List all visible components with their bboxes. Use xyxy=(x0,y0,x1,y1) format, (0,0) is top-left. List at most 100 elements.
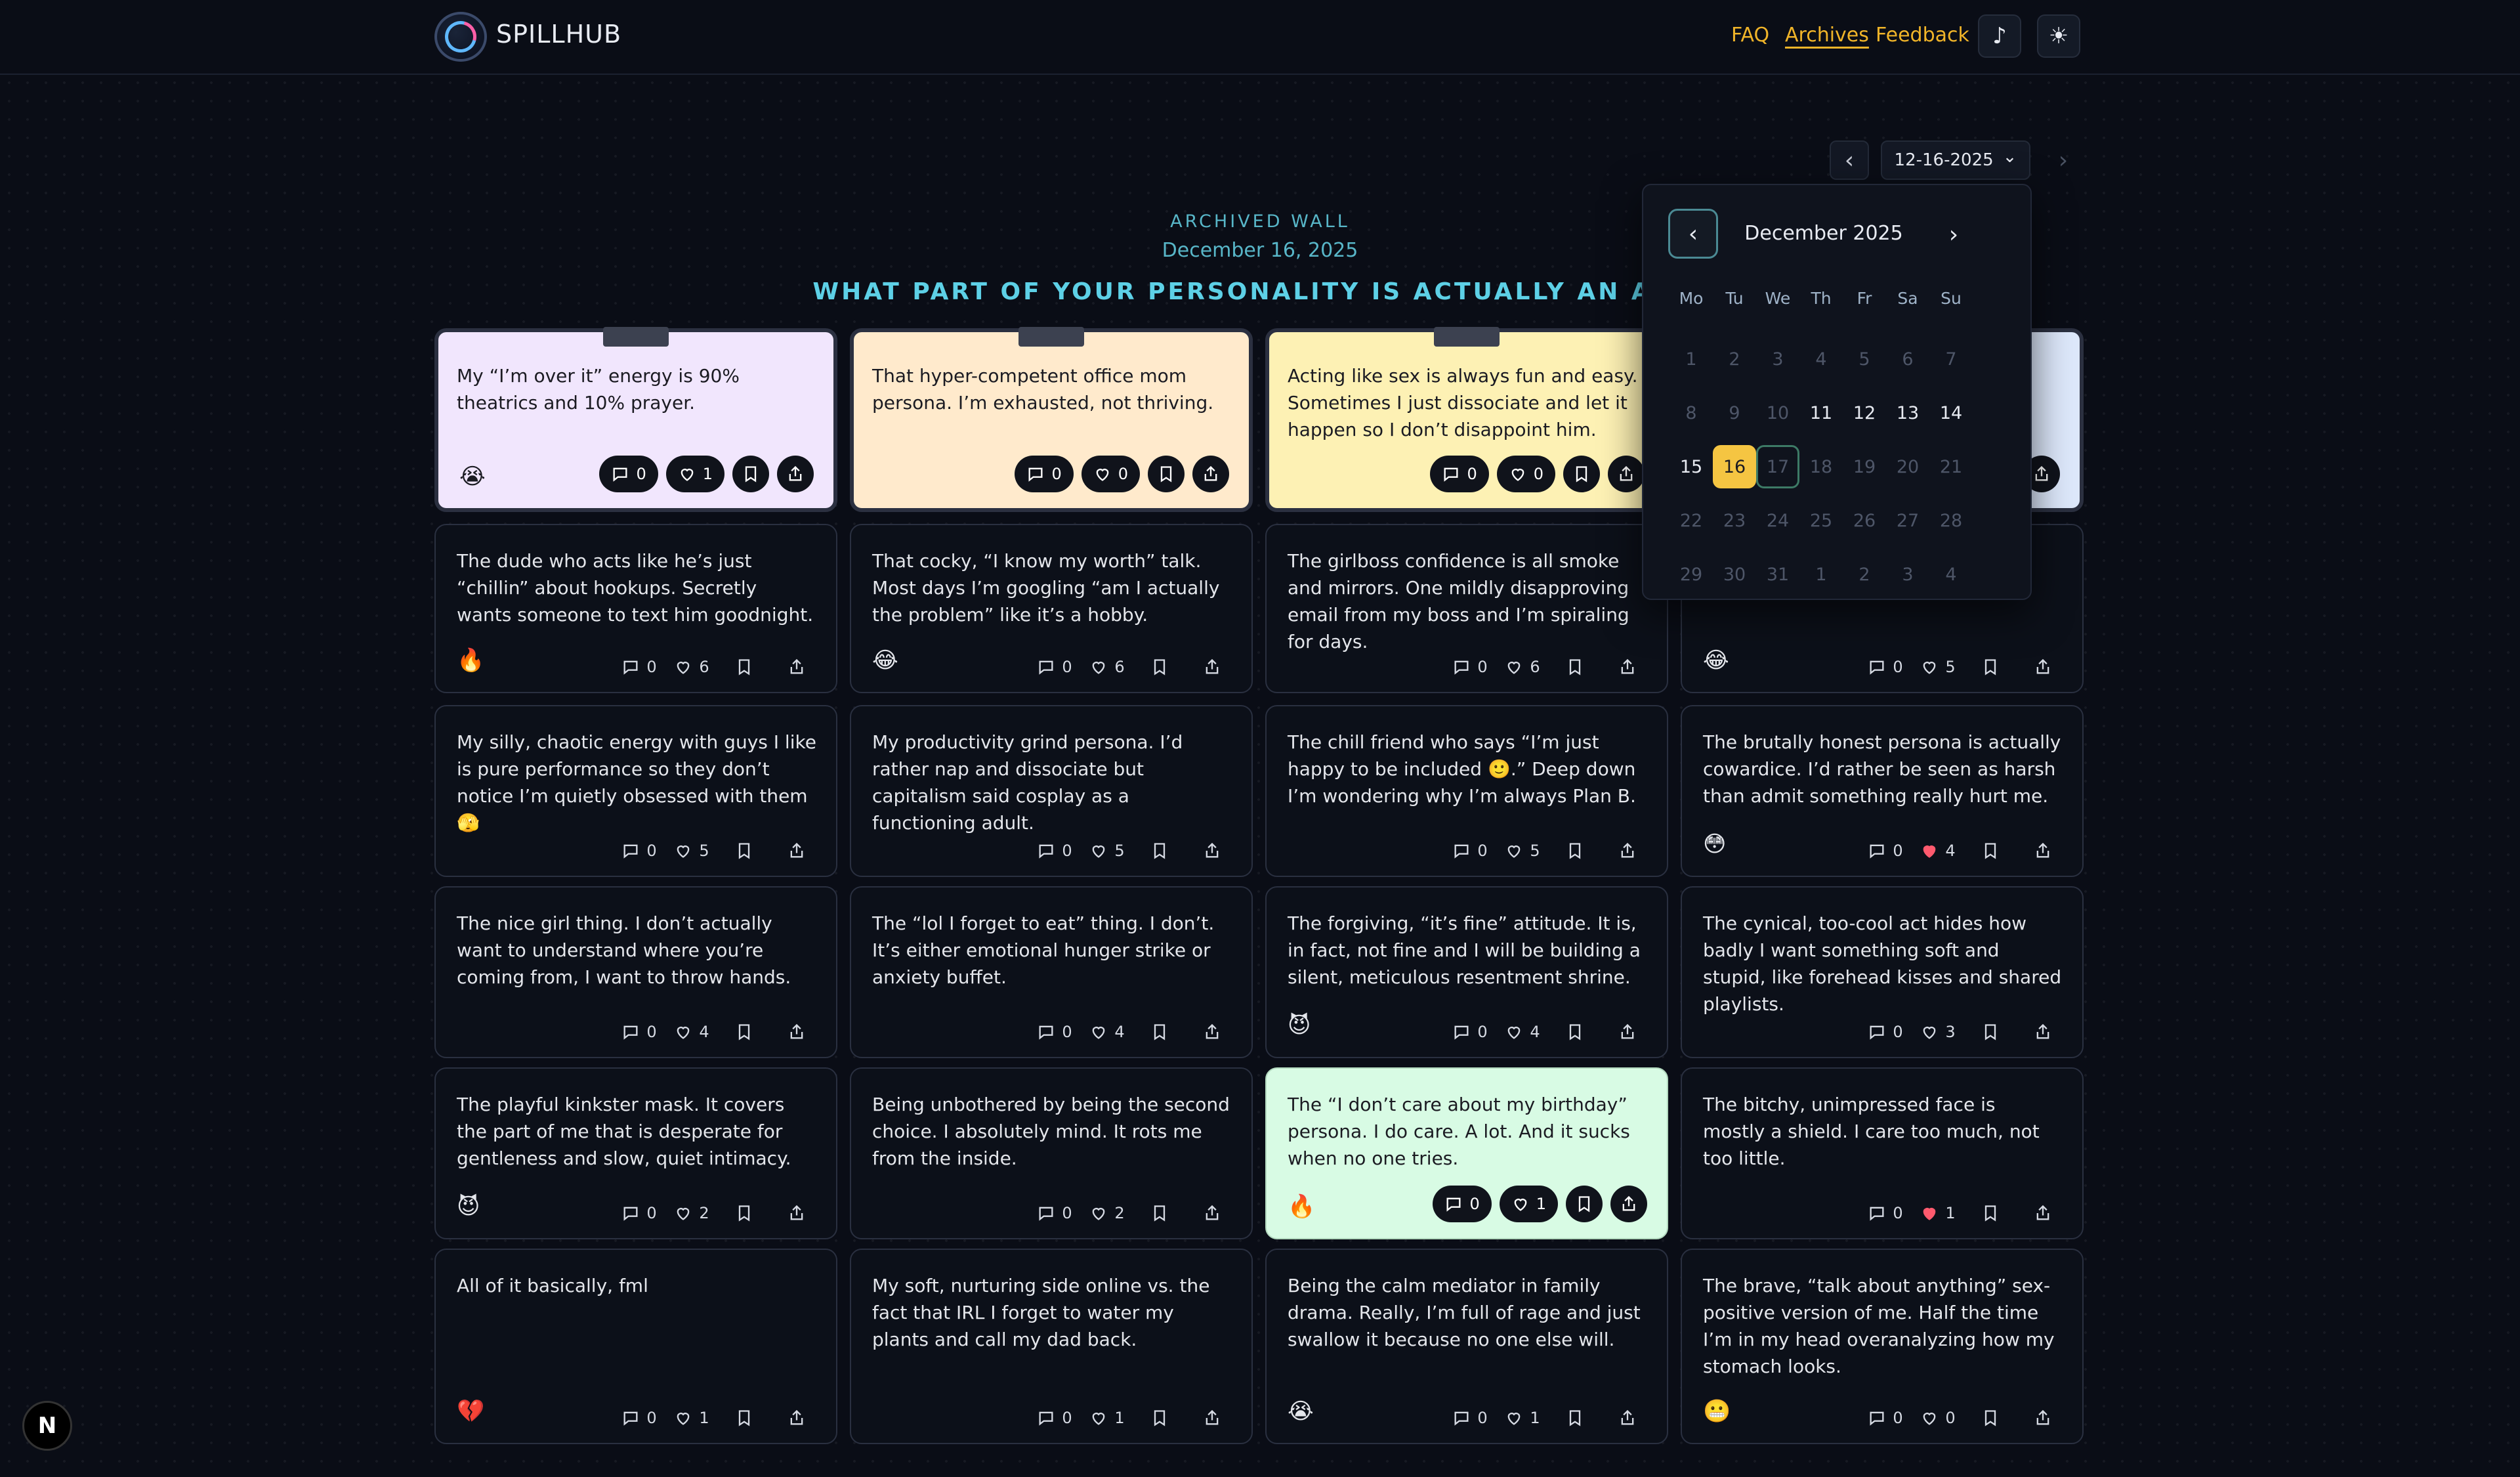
bookmark-button[interactable] xyxy=(1140,658,1179,676)
share-button[interactable] xyxy=(2023,658,2063,676)
reaction-emoji[interactable]: 😭 xyxy=(1288,1398,1314,1424)
next-dev-badge-icon[interactable]: N xyxy=(22,1401,72,1451)
theme-toggle-icon[interactable]: ☀ xyxy=(2037,14,2080,58)
calendar-day[interactable]: 14 xyxy=(1929,391,1973,435)
like-button[interactable]: 5 xyxy=(1503,842,1542,860)
comment-button[interactable]: 0 xyxy=(1866,1409,1905,1427)
bookmark-button[interactable] xyxy=(1566,1186,1603,1222)
comment-button[interactable]: 0 xyxy=(620,1023,659,1041)
like-button[interactable]: 5 xyxy=(1087,842,1127,860)
share-button[interactable] xyxy=(1608,456,1645,492)
share-button[interactable] xyxy=(2023,1204,2063,1222)
share-button[interactable] xyxy=(1608,1409,1647,1427)
like-button[interactable]: 5 xyxy=(672,842,711,860)
next-day-button[interactable]: › xyxy=(2044,140,2083,180)
calendar-day[interactable]: 13 xyxy=(1886,391,1929,435)
post-card[interactable]: That hyper-competent office mom persona.… xyxy=(850,327,1253,512)
post-card[interactable]: The cynical, too-cool act hides how badl… xyxy=(1681,886,2084,1058)
post-card[interactable]: Being the calm mediator in family drama.… xyxy=(1265,1249,1668,1444)
comment-button[interactable]: 0 xyxy=(620,658,659,676)
date-select[interactable]: 12-16-2025 ⌄ xyxy=(1881,140,2030,180)
bookmark-button[interactable] xyxy=(1971,842,2010,860)
bookmark-button[interactable] xyxy=(1140,1409,1179,1427)
bookmark-button[interactable] xyxy=(724,842,764,860)
like-button[interactable]: 4 xyxy=(1918,842,1958,860)
like-button[interactable]: 6 xyxy=(1087,658,1127,676)
post-card[interactable]: The nice girl thing. I don’t actually wa… xyxy=(434,886,837,1058)
share-button[interactable] xyxy=(1192,658,1232,676)
like-button[interactable]: 1 xyxy=(1918,1204,1958,1222)
post-card[interactable]: Acting like sex is always fun and easy. … xyxy=(1265,327,1668,512)
bookmark-button[interactable] xyxy=(732,456,769,492)
bookmark-button[interactable] xyxy=(724,1204,764,1222)
post-card[interactable]: That cocky, “I know my worth” talk. Most… xyxy=(850,524,1253,693)
post-card[interactable]: The brave, “talk about anything” sex-pos… xyxy=(1681,1249,2084,1444)
share-button[interactable] xyxy=(1608,842,1647,860)
bookmark-button[interactable] xyxy=(1971,1204,2010,1222)
bookmark-button[interactable] xyxy=(1971,1409,2010,1427)
comment-button[interactable]: 0 xyxy=(1866,1204,1905,1222)
comment-button[interactable]: 0 xyxy=(1433,1186,1492,1222)
calendar-next-month-icon[interactable]: › xyxy=(1937,218,1970,251)
bookmark-button[interactable] xyxy=(1555,658,1595,676)
bookmark-button[interactable] xyxy=(1140,1204,1179,1222)
bookmark-button[interactable] xyxy=(1971,1023,2010,1041)
share-button[interactable] xyxy=(2023,1409,2063,1427)
comment-button[interactable]: 0 xyxy=(620,1409,659,1427)
like-button[interactable]: 5 xyxy=(1918,658,1958,676)
bookmark-button[interactable] xyxy=(1140,1023,1179,1041)
comment-button[interactable]: 0 xyxy=(599,456,658,492)
comment-button[interactable]: 0 xyxy=(1450,842,1490,860)
comment-button[interactable]: 0 xyxy=(1450,1023,1490,1041)
share-button[interactable] xyxy=(777,1023,816,1041)
post-card[interactable]: My productivity grind persona. I’d rathe… xyxy=(850,705,1253,877)
share-button[interactable] xyxy=(2023,1023,2063,1041)
post-card[interactable]: The chill friend who says “I’m just happ… xyxy=(1265,705,1668,877)
share-button[interactable] xyxy=(777,842,816,860)
share-button[interactable] xyxy=(1608,1023,1647,1041)
reaction-emoji[interactable]: 😬 xyxy=(1703,1398,1731,1424)
reaction-emoji[interactable]: 😭 xyxy=(459,463,486,490)
post-card[interactable]: The bitchy, unimpressed face is mostly a… xyxy=(1681,1067,2084,1239)
share-button[interactable] xyxy=(1192,842,1232,860)
like-button[interactable]: 1 xyxy=(672,1409,711,1427)
comment-button[interactable]: 0 xyxy=(1035,1023,1074,1041)
bookmark-button[interactable] xyxy=(1148,456,1185,492)
reaction-emoji[interactable]: 💔 xyxy=(457,1398,484,1424)
post-card[interactable]: The forgiving, “it’s fine” attitude. It … xyxy=(1265,886,1668,1058)
reaction-emoji[interactable]: 😈 xyxy=(457,1193,480,1220)
bookmark-button[interactable] xyxy=(1971,658,2010,676)
like-button[interactable]: 1 xyxy=(1503,1409,1542,1427)
post-card[interactable]: The dude who acts like he’s just “chilli… xyxy=(434,524,837,693)
like-button[interactable]: 4 xyxy=(672,1023,711,1041)
post-card[interactable]: My soft, nurturing side online vs. the f… xyxy=(850,1249,1253,1444)
reaction-emoji[interactable]: 🔥 xyxy=(1288,1193,1315,1220)
like-button[interactable]: 2 xyxy=(672,1204,711,1222)
bookmark-button[interactable] xyxy=(724,1409,764,1427)
bookmark-button[interactable] xyxy=(1563,456,1600,492)
comment-button[interactable]: 0 xyxy=(1035,1204,1074,1222)
reaction-emoji[interactable]: 😂 xyxy=(872,647,898,674)
share-button[interactable] xyxy=(777,1409,816,1427)
post-card[interactable]: My silly, chaotic energy with guys I lik… xyxy=(434,705,837,877)
comment-button[interactable]: 0 xyxy=(620,842,659,860)
like-button[interactable]: 3 xyxy=(1918,1023,1958,1041)
share-button[interactable] xyxy=(2023,842,2063,860)
bookmark-button[interactable] xyxy=(1140,842,1179,860)
prev-day-button[interactable]: ‹ xyxy=(1830,140,1869,180)
share-button[interactable] xyxy=(1192,456,1229,492)
like-button[interactable]: 0 xyxy=(1496,456,1555,492)
calendar-day[interactable]: 16 xyxy=(1713,445,1756,488)
share-button[interactable] xyxy=(1608,658,1647,676)
share-button[interactable] xyxy=(777,456,814,492)
post-card[interactable]: The “lol I forget to eat” thing. I don’t… xyxy=(850,886,1253,1058)
like-button[interactable]: 0 xyxy=(1081,456,1140,492)
reaction-emoji[interactable]: 😳 xyxy=(1703,831,1726,857)
share-button[interactable] xyxy=(1192,1204,1232,1222)
nav-archives[interactable]: Archives xyxy=(1785,24,1869,47)
bookmark-button[interactable] xyxy=(724,658,764,676)
post-card[interactable]: The girlboss confidence is all smoke and… xyxy=(1265,524,1668,693)
post-card[interactable]: My “I’m over it” energy is 90% theatrics… xyxy=(434,327,837,512)
comment-button[interactable]: 0 xyxy=(1015,456,1074,492)
like-button[interactable]: 0 xyxy=(1918,1409,1958,1427)
